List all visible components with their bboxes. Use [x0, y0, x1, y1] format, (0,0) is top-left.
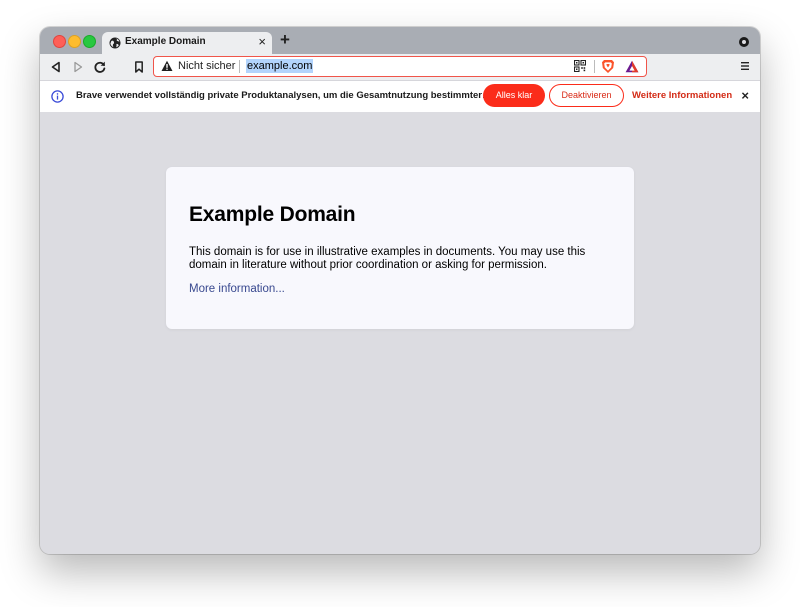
- content-card: Example Domain This domain is for use in…: [166, 167, 634, 329]
- deactivate-button[interactable]: Deaktivieren: [549, 84, 624, 107]
- toolbar: Nicht sicher example.com: [40, 54, 760, 80]
- more-info-link[interactable]: Weitere Informationen: [632, 90, 732, 101]
- tab-close-icon[interactable]: ×: [258, 34, 266, 50]
- tab-title: Example Domain: [125, 36, 206, 47]
- warning-icon[interactable]: [161, 60, 173, 72]
- bookmark-icon[interactable]: [130, 58, 148, 76]
- shield-divider: [594, 60, 595, 73]
- page-title: Example Domain: [189, 203, 356, 226]
- alles-klar-button[interactable]: Alles klar: [483, 84, 545, 107]
- zoom-window-button[interactable]: [83, 35, 96, 48]
- page-body-text: This domain is for use in illustrative e…: [189, 246, 586, 271]
- page-viewport: Example Domain This domain is for use in…: [40, 112, 760, 554]
- menu-icon[interactable]: [740, 60, 750, 72]
- globe-icon: [109, 37, 121, 49]
- qr-code-icon[interactable]: [574, 60, 586, 72]
- tab-example-domain[interactable]: Example Domain ×: [102, 32, 272, 54]
- url-input[interactable]: example.com: [246, 59, 314, 73]
- close-window-button[interactable]: [53, 35, 66, 48]
- reload-icon[interactable]: [91, 58, 109, 76]
- infobar-close-icon[interactable]: ×: [741, 88, 749, 104]
- info-message: Brave verwendet vollständig private Prod…: [76, 90, 492, 101]
- info-bar: Brave verwendet vollständig private Prod…: [40, 80, 760, 113]
- tab-strip: Example Domain × +: [40, 27, 760, 54]
- minimize-window-button[interactable]: [68, 35, 81, 48]
- back-icon[interactable]: [47, 58, 65, 76]
- info-icon: [51, 90, 64, 103]
- profile-icon[interactable]: [739, 37, 749, 47]
- brave-shields-icon[interactable]: [601, 59, 615, 74]
- security-label[interactable]: Nicht sicher: [178, 60, 235, 72]
- address-bar[interactable]: Nicht sicher example.com: [153, 56, 647, 77]
- browser-window: Example Domain × + Nicht sicher example.…: [40, 27, 760, 554]
- brave-rewards-icon[interactable]: [625, 60, 639, 73]
- more-information-link[interactable]: More information...: [189, 283, 285, 295]
- forward-icon[interactable]: [69, 58, 87, 76]
- url-divider: [239, 60, 240, 73]
- new-tab-button[interactable]: +: [280, 31, 290, 49]
